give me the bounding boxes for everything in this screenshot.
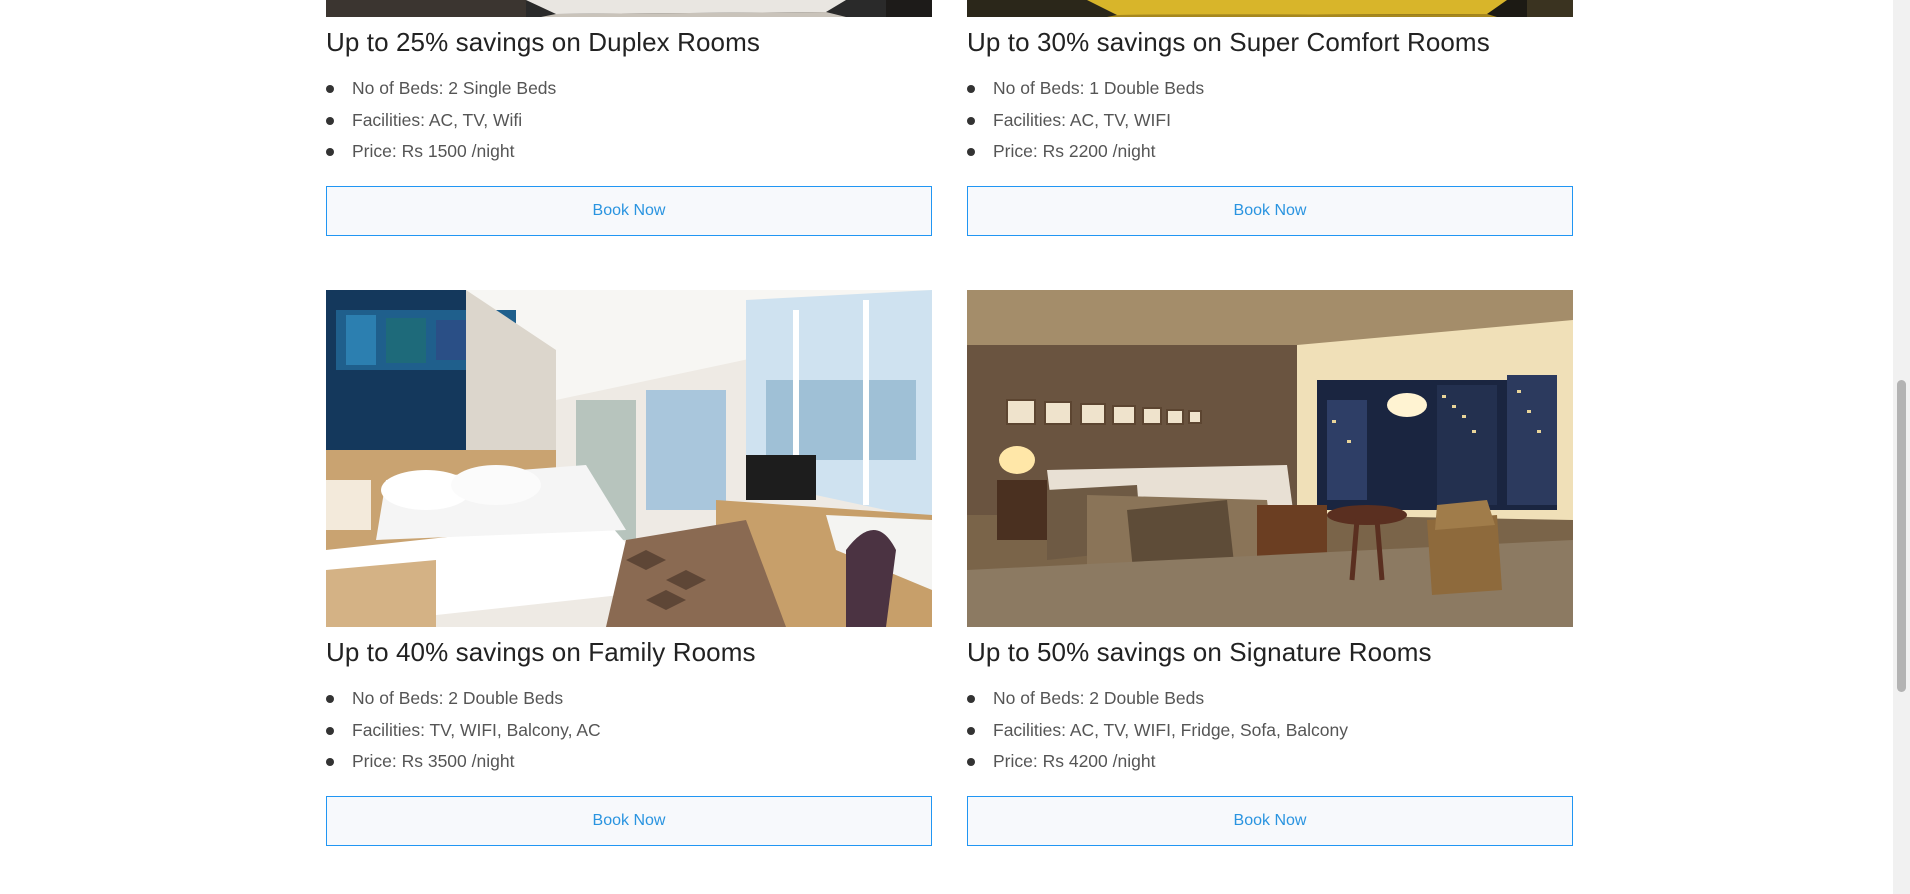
feature-item: Facilities: AC, TV, WIFI: [967, 105, 1573, 137]
bullet-icon: [326, 148, 334, 156]
room-feature-list: No of Beds: 2 Single Beds Facilities: AC…: [326, 73, 932, 168]
bullet-icon: [326, 726, 334, 735]
room-title: Up to 40% savings on Family Rooms: [326, 637, 756, 667]
bullet-icon: [967, 726, 975, 735]
feature-price: Price: Rs 4200 /night: [993, 751, 1156, 771]
feature-item: No of Beds: 2 Double Beds: [326, 683, 932, 715]
bullet-icon: [967, 695, 975, 703]
feature-facilities: Facilities: TV, WIFI, Balcony, AC: [352, 719, 601, 740]
room-feature-list: No of Beds: 2 Double Beds Facilities: TV…: [326, 683, 932, 778]
feature-price: Price: Rs 2200 /night: [993, 141, 1156, 161]
room-title: Up to 25% savings on Duplex Rooms: [326, 27, 760, 57]
room-feature-list: No of Beds: 2 Double Beds Facilities: AC…: [967, 683, 1573, 778]
feature-item: Price: Rs 2200 /night: [967, 136, 1573, 168]
feature-price: Price: Rs 3500 /night: [352, 751, 515, 771]
bullet-icon: [326, 758, 334, 766]
feature-item: No of Beds: 2 Single Beds: [326, 73, 932, 105]
feature-beds: No of Beds: 1 Double Beds: [993, 78, 1205, 98]
bullet-icon: [326, 85, 334, 93]
room-card-duplex: Up to 25% savings on Duplex Rooms No of …: [326, 0, 932, 236]
page-scrollbar[interactable]: [1893, 0, 1910, 894]
bullet-icon: [326, 116, 334, 125]
room-title: Up to 50% savings on Signature Rooms: [967, 637, 1432, 667]
bullet-icon: [326, 695, 334, 703]
feature-beds: No of Beds: 2 Single Beds: [352, 78, 557, 98]
feature-item: Price: Rs 1500 /night: [326, 136, 932, 168]
room-image-duplex: [326, 0, 932, 17]
feature-facilities: Facilities: AC, TV, WIFI, Fridge, Sofa, …: [993, 719, 1348, 740]
page-viewport: Up to 25% savings on Duplex Rooms No of …: [0, 0, 1910, 894]
scrollbar-thumb[interactable]: [1897, 380, 1906, 692]
room-feature-list: No of Beds: 1 Double Beds Facilities: AC…: [967, 73, 1573, 168]
feature-item: Facilities: AC, TV, Wifi: [326, 105, 932, 137]
feature-beds: No of Beds: 2 Double Beds: [352, 688, 564, 708]
feature-price: Price: Rs 1500 /night: [352, 141, 515, 161]
room-image-family: [326, 290, 932, 627]
feature-item: Price: Rs 4200 /night: [967, 746, 1573, 778]
bullet-icon: [967, 116, 975, 125]
bullet-icon: [967, 148, 975, 156]
book-now-button[interactable]: Book Now: [326, 185, 932, 236]
feature-item: Facilities: AC, TV, WIFI, Fridge, Sofa, …: [967, 715, 1573, 747]
room-card-super-comfort: Up to 30% savings on Super Comfort Rooms…: [967, 0, 1573, 236]
room-image-signature: [967, 290, 1573, 627]
room-card-family: Up to 40% savings on Family Rooms No of …: [326, 290, 932, 846]
bullet-icon: [967, 758, 975, 766]
feature-item: No of Beds: 1 Double Beds: [967, 73, 1573, 105]
feature-beds: No of Beds: 2 Double Beds: [993, 688, 1205, 708]
book-now-button[interactable]: Book Now: [967, 185, 1573, 236]
book-now-button[interactable]: Book Now: [326, 795, 932, 846]
room-image-super-comfort: [967, 0, 1573, 17]
book-now-button[interactable]: Book Now: [967, 795, 1573, 846]
feature-item: Price: Rs 3500 /night: [326, 746, 932, 778]
feature-item: No of Beds: 2 Double Beds: [967, 683, 1573, 715]
room-title: Up to 30% savings on Super Comfort Rooms: [967, 27, 1490, 57]
feature-item: Facilities: TV, WIFI, Balcony, AC: [326, 715, 932, 747]
feature-facilities: Facilities: AC, TV, Wifi: [352, 109, 523, 130]
bullet-icon: [967, 85, 975, 93]
room-card-signature: Up to 50% savings on Signature Rooms No …: [967, 290, 1573, 846]
feature-facilities: Facilities: AC, TV, WIFI: [993, 109, 1171, 130]
